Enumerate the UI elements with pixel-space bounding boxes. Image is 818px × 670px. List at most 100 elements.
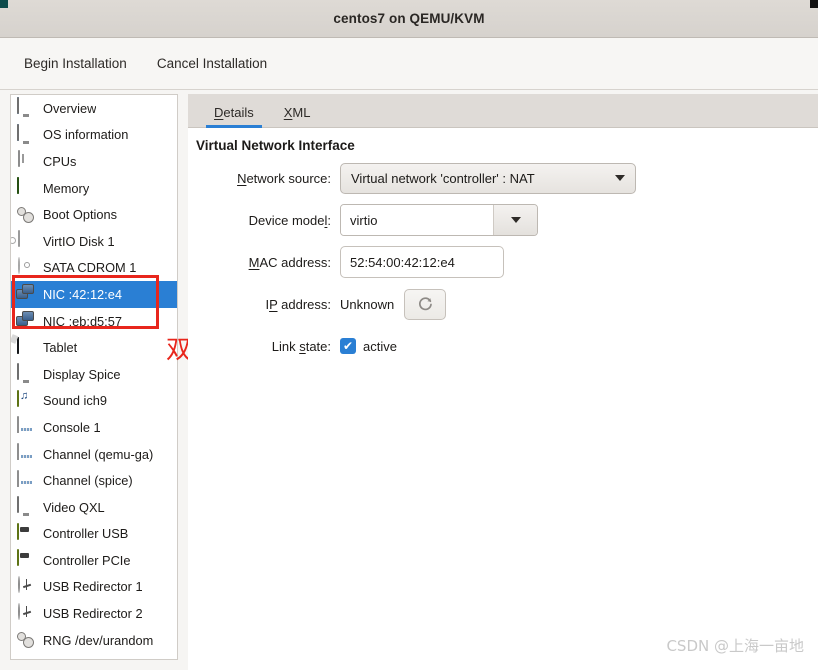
row-mac-address: MAC address: 52:54:00:42:12:e4 (188, 246, 818, 278)
details-pane: Details XML Virtual Network Interface Ne… (188, 94, 818, 670)
device-list-item[interactable]: USB Redirector 2 (11, 600, 177, 627)
chevron-down-icon (510, 217, 521, 223)
device-list-item[interactable]: VirtIO Disk 1 (11, 228, 177, 255)
device-list-item-label: Console 1 (43, 419, 101, 435)
device-list-item[interactable]: Video QXL (11, 494, 177, 521)
cancel-installation-button[interactable]: Cancel Installation (147, 50, 277, 77)
memory-icon (16, 177, 36, 198)
toolbar: Begin Installation Cancel Installation (0, 38, 818, 90)
device-list-item-label: Sound ich9 (43, 393, 108, 409)
device-list-item[interactable]: Console 1 (11, 414, 177, 441)
device-list-item[interactable]: Controller PCIe (11, 547, 177, 574)
tab-xml[interactable]: XML (276, 105, 319, 127)
section-title: Virtual Network Interface (196, 138, 355, 153)
link-state-checkbox-label: active (363, 338, 397, 354)
device-list-item-label: Channel (qemu-ga) (43, 446, 154, 462)
device-list-item-label: RNG /dev/urandom (43, 632, 154, 648)
window-title: centos7 on QEMU/KVM (333, 11, 485, 26)
controller-icon (16, 549, 36, 570)
device-list-item[interactable]: Tablet (11, 334, 177, 361)
device-list-item-label: Controller USB (43, 526, 129, 542)
row-network-source: Network source: Virtual network 'control… (188, 162, 818, 194)
monitor-icon (16, 123, 36, 145)
row-device-model: Device model: virtio (188, 204, 818, 236)
device-list-item[interactable]: USB Redirector 1 (11, 574, 177, 601)
device-list-item-label: NIC :42:12:e4 (43, 286, 122, 302)
device-model-value[interactable]: virtio (341, 205, 493, 235)
mac-address-label: MAC address: (248, 254, 331, 270)
device-list-item-label: Controller PCIe (43, 552, 131, 568)
channel-icon (16, 416, 36, 437)
tab-details[interactable]: Details (206, 105, 262, 128)
window-corner-decoration (0, 0, 8, 8)
device-list-item[interactable]: OS information (11, 122, 177, 149)
usb-icon (16, 602, 36, 624)
controller-icon (16, 522, 36, 544)
virt-manager-window: centos7 on QEMU/KVM Begin Installation C… (0, 0, 818, 670)
device-list-item[interactable]: NIC :42:12:e4 (11, 281, 177, 308)
device-list-item[interactable]: CPUs (11, 148, 177, 175)
hardware-device-list[interactable]: Overview OS information CPUs Memory Boot Opt… (10, 94, 178, 660)
device-list-item-label: Boot Options (43, 207, 117, 223)
check-icon: ✔ (342, 339, 354, 353)
device-list-item[interactable]: Memory (11, 175, 177, 202)
device-list-item[interactable]: Channel (spice) (11, 467, 177, 494)
refresh-icon[interactable] (404, 288, 447, 320)
channel-icon (16, 443, 36, 464)
tab-details-mnemonic: D (214, 105, 224, 120)
tab-xml-label: ML (292, 105, 311, 120)
ip-address-value: Unknown (340, 296, 395, 312)
device-list-item[interactable]: Boot Options (11, 201, 177, 228)
cdrom-icon (16, 256, 36, 278)
tab-details-label: etails (223, 105, 254, 120)
monitor-icon (16, 97, 36, 118)
device-list-item-label: USB Redirector 2 (43, 606, 143, 622)
device-model-dropdown-button[interactable] (493, 205, 537, 235)
device-list-item-label: Display Spice (43, 366, 121, 382)
device-model-combobox[interactable]: virtio (340, 204, 538, 236)
device-list-item[interactable]: Display Spice (11, 361, 177, 388)
device-list-item[interactable]: Overview (11, 95, 177, 122)
row-ip-address: IP address: Unknown (188, 288, 818, 320)
device-list-item-label: OS information (43, 127, 129, 143)
channel-icon (16, 469, 36, 491)
sound-icon (16, 389, 36, 411)
usb-icon (16, 575, 36, 597)
network-source-combobox[interactable]: Virtual network 'controller' : NAT (340, 162, 636, 194)
device-list-item-label: Channel (spice) (43, 473, 133, 489)
network-source-value: Virtual network 'controller' : NAT (351, 170, 535, 186)
title-bar: centos7 on QEMU/KVM (0, 0, 818, 38)
cpu-icon (16, 150, 36, 171)
display-icon (16, 363, 36, 384)
network-source-label: Network source: (237, 170, 331, 186)
gears-icon (16, 205, 36, 225)
device-list-item-label: VirtIO Disk 1 (43, 233, 115, 249)
device-list-item[interactable]: Channel (qemu-ga) (11, 441, 177, 468)
device-list-item[interactable]: SATA CDROM 1 (11, 255, 177, 282)
device-list-item[interactable]: Controller USB (11, 521, 177, 548)
device-model-label: Device model: (248, 212, 331, 228)
device-list-item[interactable]: Sound ich9 (11, 388, 177, 415)
device-list-item-label: SATA CDROM 1 (43, 260, 137, 276)
device-list-item[interactable]: NIC :eb:d5:57 (11, 308, 177, 335)
link-state-label: Link state: (271, 338, 331, 354)
gears-icon (16, 630, 36, 650)
ip-address-label: IP address: (265, 296, 331, 312)
device-list-item-label: USB Redirector 1 (43, 579, 143, 595)
link-state-checkbox[interactable]: ✔ (340, 338, 356, 354)
disk-icon (16, 230, 36, 251)
row-link-state: Link state: ✔ active (188, 330, 818, 362)
nic-icon (16, 311, 36, 331)
tab-bar: Details XML (188, 94, 818, 128)
device-list-item[interactable]: RNG /dev/urandom (11, 627, 177, 654)
display-icon (16, 496, 36, 517)
chevron-down-icon (615, 175, 625, 181)
device-list-item-label: Overview (43, 100, 97, 116)
device-list-item-label: Tablet (43, 340, 78, 356)
window-corner-decoration-right (810, 0, 818, 8)
tablet-icon (16, 336, 36, 358)
begin-installation-button[interactable]: Begin Installation (14, 50, 137, 77)
mac-address-input[interactable]: 52:54:00:42:12:e4 (340, 246, 504, 278)
device-list-item-label: Video QXL (43, 499, 105, 515)
nic-icon (16, 284, 36, 304)
